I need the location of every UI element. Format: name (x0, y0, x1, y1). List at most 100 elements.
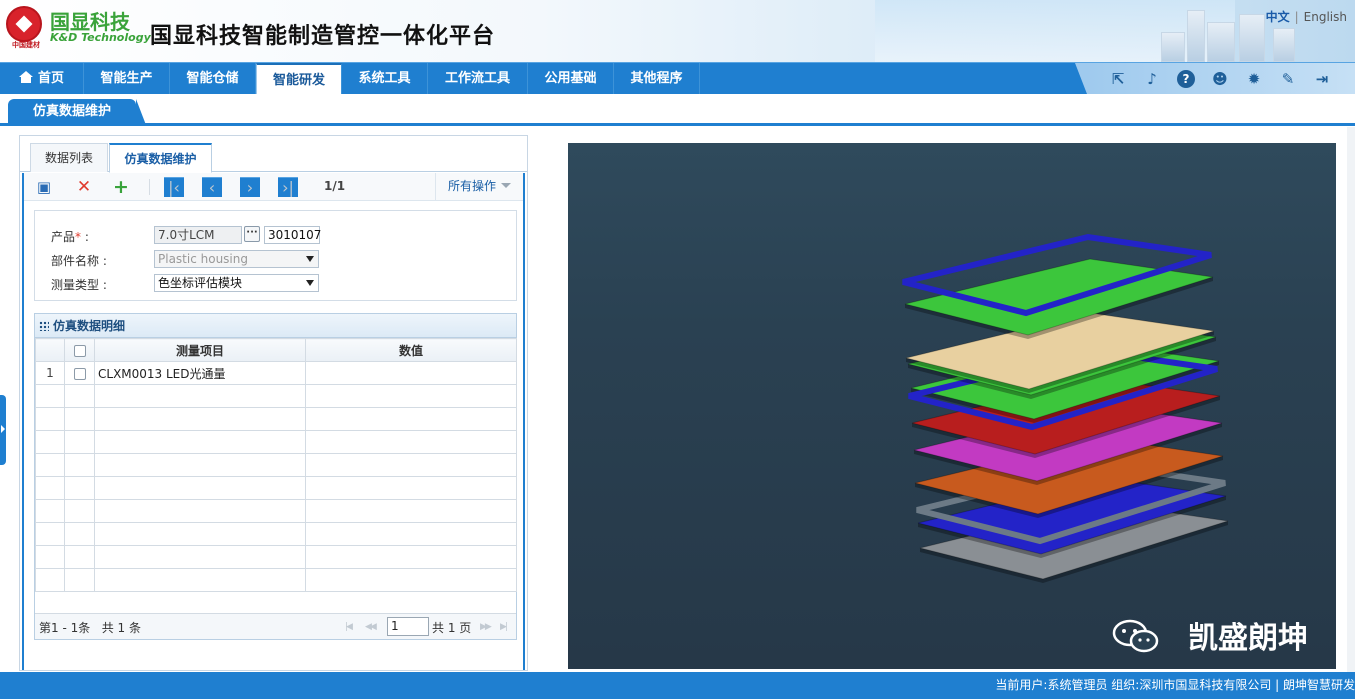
operation-toolbar: ▣ ✕ + |‹ ‹ › ›| 1/1 所有操作 (24, 173, 523, 201)
main-nav: 首页 智能生产 智能仓储 智能研发 系统工具 工作流工具 公用基础 其他程序 ⇱… (0, 62, 1355, 94)
empty-cell (305, 522, 517, 546)
wrench-icon[interactable]: ✎ (1279, 70, 1297, 88)
empty-cell (64, 453, 95, 477)
empty-cell (94, 499, 306, 523)
empty-cell (64, 384, 95, 408)
last-page-icon[interactable]: ›| (278, 177, 298, 197)
grid-title-bar: 仿真数据明细 (35, 314, 516, 338)
pager-first-icon[interactable]: |◀ (345, 622, 353, 632)
empty-cell (35, 453, 65, 477)
empty-cell (35, 407, 65, 431)
nav-item-workflow-tools[interactable]: 工作流工具 (428, 63, 528, 94)
nav-item-production[interactable]: 智能生产 (84, 63, 170, 94)
empty-cell (35, 522, 65, 546)
empty-cell (64, 476, 95, 500)
gear-icon[interactable]: ✹ (1245, 70, 1263, 88)
save-icon[interactable]: ▣ (34, 177, 54, 197)
empty-cell (35, 568, 65, 592)
grid-pager: 第1 - 1条 共 1 条 |◀ ◀◀ 1 共 1 页 ▶▶ ▶| (35, 613, 516, 639)
add-icon[interactable]: + (111, 177, 131, 197)
value-cell[interactable] (305, 361, 517, 385)
skyline-building (1161, 32, 1185, 62)
column-header-value[interactable]: 数值 (305, 338, 517, 362)
record-summary: 第1 - 1条 共 1 条 (39, 619, 141, 636)
part-name-label: 部件名称 : (51, 254, 107, 268)
product-lookup-button[interactable]: ··· (244, 226, 260, 242)
nav-item-warehouse[interactable]: 智能仓储 (170, 63, 256, 94)
record-total: 共 1 条 (101, 621, 141, 635)
user-icon[interactable]: ☻ (1211, 70, 1229, 88)
sidebar-toggle-handle[interactable] (0, 395, 6, 465)
table-row[interactable]: 1 CLXM0013 LED光通量 (35, 361, 517, 385)
column-header-item[interactable]: 测量项目 (94, 338, 306, 362)
page-counter: 1/1 (324, 179, 346, 193)
product-name-field[interactable]: 7.0寸LCM (154, 226, 242, 244)
detail-table: 测量项目 数值 1 CLXM0013 LED光通量 (35, 338, 517, 592)
row-checkbox[interactable] (73, 367, 86, 380)
empty-cell (64, 407, 95, 431)
bell-icon[interactable]: ♪ (1143, 70, 1161, 88)
page-tab-simulation[interactable]: 仿真数据维护 (8, 99, 146, 125)
row-number-header (35, 338, 65, 362)
required-mark: * (75, 230, 82, 244)
pager-last-icon[interactable]: ▶| (500, 622, 508, 632)
page-total: 共 1 页 (432, 621, 472, 635)
nav-item-home[interactable]: 首页 (0, 63, 84, 94)
empty-cell (94, 545, 306, 569)
drag-grip-icon[interactable] (39, 321, 49, 331)
header-toolbar: ⇱ ♪ ? ☻ ✹ ✎ ⇥ (1075, 63, 1355, 94)
empty-cell (35, 384, 65, 408)
select-all-checkbox[interactable] (73, 344, 86, 357)
page-number-input[interactable]: 1 (387, 617, 429, 636)
help-icon[interactable]: ? (1177, 70, 1195, 88)
empty-cell (305, 545, 517, 569)
chevron-down-icon (501, 183, 512, 188)
empty-row (35, 522, 517, 546)
empty-cell (305, 384, 517, 408)
measure-item-cell[interactable]: CLXM0013 LED光通量 (94, 361, 306, 385)
row-select-cell (64, 361, 95, 385)
measure-type-value: 色坐标评估模块 (158, 276, 243, 290)
empty-cell (35, 499, 65, 523)
nav-item-rnd[interactable]: 智能研发 (256, 63, 342, 94)
all-operations-menu[interactable]: 所有操作 (435, 173, 523, 200)
first-page-icon[interactable]: |‹ (164, 177, 184, 197)
tab-data-list[interactable]: 数据列表 (30, 143, 108, 172)
empty-cell (94, 522, 306, 546)
empty-cell (305, 430, 517, 454)
nav-item-common-base[interactable]: 公用基础 (528, 63, 614, 94)
part-name-select[interactable]: Plastic housing (154, 250, 319, 268)
select-all-header (64, 338, 95, 362)
empty-cell (305, 407, 517, 431)
logout-icon[interactable]: ⇥ (1313, 70, 1331, 88)
skyline-building (1187, 10, 1205, 62)
pager-prev-icon[interactable]: ◀◀ (365, 622, 377, 632)
skyline-building (1239, 14, 1265, 62)
exploded-lcm-model[interactable] (568, 143, 1336, 669)
watermark-text: 凯盛朗坤 (1188, 621, 1308, 656)
toolbar-divider (149, 179, 150, 195)
export-icon[interactable]: ⇱ (1109, 70, 1127, 88)
prev-page-icon[interactable]: ‹ (202, 177, 222, 197)
nav-item-system-tools[interactable]: 系统工具 (342, 63, 428, 94)
product-code-field[interactable]: 3010107 (264, 226, 321, 244)
lang-chinese-link[interactable]: 中文 (1266, 10, 1290, 24)
3d-model-viewer[interactable]: 凯盛朗坤 (568, 143, 1336, 669)
empty-row (35, 407, 517, 431)
company-logo-icon (6, 6, 42, 42)
delete-icon[interactable]: ✕ (74, 177, 94, 197)
empty-row (35, 568, 517, 592)
tab-simulation-maintenance[interactable]: 仿真数据维护 (109, 143, 212, 173)
empty-cell (64, 545, 95, 569)
row-number: 1 (35, 361, 65, 385)
measure-type-select[interactable]: 色坐标评估模块 (154, 274, 319, 292)
tab-content: ▣ ✕ + |‹ ‹ › ›| 1/1 所有操作 产品* : 7.0寸LCM ·… (22, 173, 525, 670)
lang-english-link[interactable]: English (1304, 10, 1347, 24)
empty-cell (64, 522, 95, 546)
nav-item-other-programs[interactable]: 其他程序 (614, 63, 700, 94)
next-page-icon[interactable]: › (240, 177, 260, 197)
page-scrollbar[interactable] (1347, 127, 1355, 672)
form-panel: 数据列表 仿真数据维护 ▣ ✕ + |‹ ‹ › ›| 1/1 所有操作 产品*… (19, 135, 528, 671)
app-title: 国显科技智能制造管控一体化平台 (150, 24, 496, 49)
pager-next-icon[interactable]: ▶▶ (480, 622, 492, 632)
